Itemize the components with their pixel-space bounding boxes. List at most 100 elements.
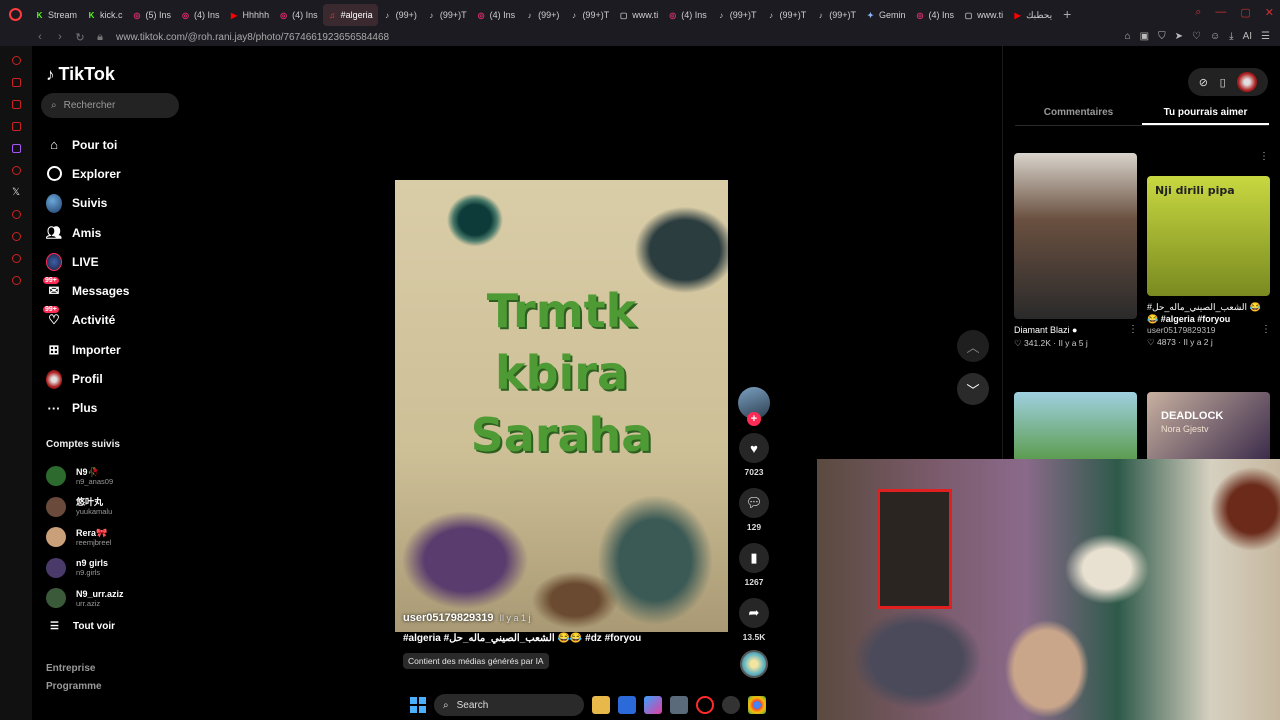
browser-tab[interactable]: ◎ (4) Ins (176, 4, 225, 26)
card-user[interactable]: user05179829319 (1147, 325, 1270, 335)
next-post-button[interactable]: ﹀ (957, 373, 989, 405)
browser-tab[interactable]: ♪ (99+) (378, 4, 422, 26)
browser-tab[interactable]: Kkick.c (82, 4, 128, 26)
tab-tu-pourrais-aimer[interactable]: Tu pourrais aimer (1142, 104, 1269, 125)
browser-tab[interactable]: ▶ يحطبك (1008, 4, 1057, 26)
nav-item-importer[interactable]: ⊞ Importer (46, 335, 129, 364)
minimize-icon[interactable]: — (1215, 6, 1226, 19)
pinboard-icon[interactable] (11, 122, 21, 131)
store-icon[interactable] (618, 696, 636, 714)
messenger-icon[interactable] (11, 100, 21, 109)
browser-tab[interactable]: ♪ (99+)T (422, 4, 472, 26)
recommended-card[interactable]: Nji dirili pipa #الشعب_الصيني_ماله_حل 😂 … (1147, 176, 1270, 348)
player-icon[interactable] (11, 210, 21, 219)
search-tabs-icon[interactable]: ⌕ (1195, 6, 1201, 19)
browser-tab[interactable]: K Stream (30, 4, 82, 26)
recommended-card[interactable]: DEADLOCK Nora Gjestv (1147, 392, 1270, 462)
snapshot-icon[interactable]: ▣ (1140, 31, 1149, 42)
nav-item-amis[interactable]: 👥︎ Amis (46, 218, 129, 247)
nav-item-explorer[interactable]: Explorer (46, 159, 129, 188)
follow-plus-icon[interactable]: + (747, 412, 761, 426)
browser-tab[interactable]: ▶ Hhhhh (225, 4, 275, 26)
browser-tab[interactable]: ◎ (5) Ins (128, 4, 177, 26)
url-field[interactable]: www.tiktok.com/@roh.rani.jay8/photo/7674… (116, 32, 389, 43)
card-more-icon[interactable]: ⋮ (1261, 324, 1271, 335)
forward-icon[interactable]: › (50, 31, 70, 43)
previous-post-button[interactable]: ︿ (957, 330, 989, 362)
nav-item-suivis[interactable]: Suivis (46, 189, 129, 218)
send-icon[interactable]: ➤ (1175, 31, 1183, 42)
footer-link-entreprise[interactable]: Entreprise (46, 663, 95, 674)
recommended-card[interactable]: Diamant Blazi ● ♡ 341.2K · Il y a 5 j (1014, 153, 1137, 349)
post-image[interactable]: Trmtk kbira Saraha user05179829319 Il y a… (395, 180, 728, 632)
share-button[interactable]: ➦ (739, 598, 769, 628)
browser-tab[interactable]: ♪ (99+) (520, 4, 564, 26)
heart-icon[interactable]: ♡ (1192, 31, 1201, 42)
percent-icon[interactable] (11, 166, 21, 175)
following-account[interactable]: Rera🎀 reemjbreel (46, 522, 124, 553)
browser-tab[interactable]: ♪ (99+)T (564, 4, 614, 26)
card-more-icon[interactable]: ⋮ (1259, 151, 1269, 162)
browser-tab[interactable]: ◎ (4) Ins (911, 4, 960, 26)
following-account[interactable]: N9🥀 n9_anas09 (46, 461, 124, 492)
nav-item-live[interactable]: LIVE (46, 247, 129, 276)
see-all-button[interactable]: ☰ Tout voir (46, 614, 124, 640)
bookmark-icon[interactable]: ⌂ (1125, 31, 1131, 42)
card-more-icon[interactable]: ⋮ (1128, 324, 1138, 335)
settings-icon[interactable] (11, 276, 21, 285)
account-icon[interactable]: ☺ (1210, 31, 1220, 42)
search-input[interactable]: ⌕ Rechercher (41, 93, 179, 118)
browser-tab[interactable]: ◎ (4) Ins (663, 4, 712, 26)
windows-start-icon[interactable] (410, 697, 426, 713)
reload-icon[interactable]: ↻ (70, 31, 90, 44)
opera-gx-taskbar-icon[interactable] (722, 696, 740, 714)
author-avatar[interactable]: + (738, 387, 770, 426)
opera-logo-icon[interactable] (0, 0, 30, 28)
shield-icon[interactable]: ⛉ (1158, 31, 1166, 42)
device-icon[interactable]: ▯ (1220, 76, 1226, 89)
nav-item-pour-toi[interactable]: ⌂ Pour toi (46, 130, 129, 159)
nav-item-plus[interactable]: ··· Plus (46, 394, 129, 423)
chrome-icon[interactable] (748, 696, 766, 714)
calculator-icon[interactable] (670, 696, 688, 714)
extensions-icon[interactable] (11, 254, 21, 263)
file-explorer-icon[interactable] (592, 696, 610, 714)
browser-tab[interactable]: ◎ (4) Ins (274, 4, 323, 26)
wallet-icon[interactable] (11, 78, 21, 87)
menu-icon[interactable]: ☰ (1261, 31, 1270, 42)
following-account[interactable]: 悠叶丸 yuukamalu (46, 492, 124, 523)
recommended-card[interactable] (1014, 392, 1137, 462)
like-button[interactable]: ♥ (739, 433, 769, 463)
close-icon[interactable]: ✕ (1265, 6, 1274, 19)
browser-tab[interactable]: ♪ (99+)T (762, 4, 812, 26)
copilot-icon[interactable] (644, 696, 662, 714)
music-disc-icon[interactable] (740, 650, 768, 678)
clock-icon[interactable] (11, 232, 21, 241)
browser-tab[interactable]: ▢ www.ti (959, 4, 1008, 26)
browser-tab[interactable]: ▢ www.ti (614, 4, 663, 26)
browser-tab-active[interactable]: ♫ #algeria (322, 4, 378, 26)
history-icon[interactable] (11, 56, 21, 65)
post-username[interactable]: user05179829319 (403, 612, 494, 624)
following-account[interactable]: n9 girls n9.girls (46, 553, 124, 584)
footer-link-programme[interactable]: Programme (46, 681, 102, 692)
nav-item-activite[interactable]: ♡ 99+ Activité (43, 306, 129, 335)
user-avatar[interactable] (1237, 72, 1258, 92)
new-tab-button[interactable]: + (1057, 6, 1077, 22)
browser-tab[interactable]: ✦ Gemin (861, 4, 911, 26)
download-icon[interactable]: ⤓ (1229, 31, 1233, 42)
post-author[interactable]: user05179829319 Il y a 1 j (403, 612, 531, 624)
browser-tab[interactable]: ♪ (99+)T (811, 4, 861, 26)
opera-taskbar-icon[interactable] (696, 696, 714, 714)
following-account[interactable]: N9_urr.aziz urr.aziz (46, 583, 124, 614)
browser-tab[interactable]: ♪ (99+)T (712, 4, 762, 26)
ai-button[interactable]: AI (1243, 31, 1252, 42)
save-button[interactable]: ▮ (739, 543, 769, 573)
tiktok-logo[interactable]: ♪ TikTok (46, 64, 115, 85)
nav-item-profil[interactable]: Profil (46, 364, 129, 393)
nav-item-messages[interactable]: ✉ 99+ Messages (43, 276, 129, 305)
comment-button[interactable]: 💬︎ (739, 488, 769, 518)
tab-commentaires[interactable]: Commentaires (1015, 104, 1142, 125)
twitch-icon[interactable] (11, 144, 21, 153)
taskbar-search[interactable]: ⌕ Search (434, 694, 584, 716)
